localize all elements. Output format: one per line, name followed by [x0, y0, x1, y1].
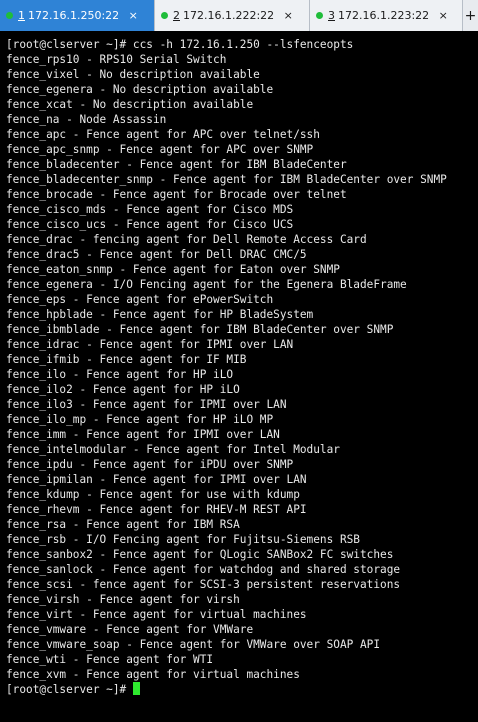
terminal-line: fence_ilo_mp - Fence agent for HP iLO MP — [6, 413, 274, 426]
terminal-line: fence_idrac - Fence agent for IPMI over … — [6, 338, 294, 351]
tab-number: 1 — [18, 9, 25, 22]
close-icon[interactable]: × — [282, 9, 294, 22]
terminal-line: fence_eps - Fence agent for ePowerSwitch — [6, 293, 274, 306]
terminal-line: fence_cisco_mds - Fence agent for Cisco … — [6, 203, 294, 216]
terminal-line: fence_imm - Fence agent for IPMI over LA… — [6, 428, 280, 441]
terminal-line: fence_egenera - I/O Fencing agent for th… — [6, 278, 407, 291]
terminal-lines: [root@clserver ~]# ccs -h 172.16.1.250 -… — [6, 37, 478, 682]
terminal-line: fence_eaton_snmp - Fence agent for Eaton… — [6, 263, 340, 276]
terminal-line: fence_bladecenter_snmp - Fence agent for… — [6, 173, 447, 186]
terminal-line: fence_egenera - No description available — [6, 83, 274, 96]
tab-label: 172.16.1.250:22 — [28, 9, 120, 22]
terminal-line: fence_hpblade - Fence agent for HP Blade… — [6, 308, 314, 321]
terminal-line: fence_ipdu - Fence agent for iPDU over S… — [6, 458, 294, 471]
terminal-line: fence_bladecenter - Fence agent for IBM … — [6, 158, 347, 171]
terminal-output[interactable]: [root@clserver ~]# ccs -h 172.16.1.250 -… — [0, 31, 478, 722]
new-tab-button[interactable]: + — [463, 0, 478, 31]
terminal-prompt: [root@clserver ~]# — [6, 683, 133, 696]
terminal-line: fence_ilo - Fence agent for HP iLO — [6, 368, 234, 381]
status-dot-icon — [316, 12, 323, 19]
terminal-line: fence_sanlock - Fence agent for watchdog… — [6, 563, 401, 576]
terminal-line: fence_wti - Fence agent for WTI — [6, 653, 214, 666]
terminal-line: fence_intelmodular - Fence agent for Int… — [6, 443, 340, 456]
terminal-line: fence_virt - Fence agent for virtual mac… — [6, 608, 307, 621]
plus-icon: + — [464, 7, 477, 24]
status-dot-icon — [161, 12, 168, 19]
terminal-line: fence_apc_snmp - Fence agent for APC ove… — [6, 143, 314, 156]
terminal-line: fence_cisco_ucs - Fence agent for Cisco … — [6, 218, 294, 231]
terminal-line: fence_ipmilan - Fence agent for IPMI ove… — [6, 473, 307, 486]
terminal-line: fence_virsh - Fence agent for virsh — [6, 593, 240, 606]
terminal-line: [root@clserver ~]# ccs -h 172.16.1.250 -… — [6, 38, 354, 51]
ssh-client-window: 1 172.16.1.250:22 × 2 172.16.1.222:22 × … — [0, 0, 478, 722]
terminal-line: fence_ifmib - Fence agent for IF MIB — [6, 353, 247, 366]
tab-number: 3 — [328, 9, 335, 22]
terminal-line: fence_rps10 - RPS10 Serial Switch — [6, 53, 227, 66]
status-dot-icon — [6, 12, 13, 19]
terminal-line: fence_brocade - Fence agent for Brocade … — [6, 188, 347, 201]
terminal-line: fence_sanbox2 - Fence agent for QLogic S… — [6, 548, 394, 561]
tab-label: 172.16.1.222:22 — [183, 9, 275, 22]
tab-label: 172.16.1.223:22 — [338, 9, 430, 22]
terminal-line: fence_scsi - fence agent for SCSI-3 pers… — [6, 578, 401, 591]
terminal-line: fence_xcat - No description available — [6, 98, 254, 111]
session-tab-1[interactable]: 1 172.16.1.250:22 × — [0, 0, 155, 31]
terminal-line: fence_rsa - Fence agent for IBM RSA — [6, 518, 240, 531]
terminal-line: fence_vmware_soap - Fence agent for VMWa… — [6, 638, 381, 651]
terminal-line: fence_ilo2 - Fence agent for HP iLO — [6, 383, 240, 396]
terminal-line: fence_ilo3 - Fence agent for IPMI over L… — [6, 398, 287, 411]
terminal-line: fence_apc - Fence agent for APC over tel… — [6, 128, 320, 141]
terminal-line: fence_vmware - Fence agent for VMWare — [6, 623, 254, 636]
close-icon[interactable]: × — [127, 9, 139, 22]
cursor-icon — [132, 682, 140, 695]
terminal-line: fence_ibmblade - Fence agent for IBM Bla… — [6, 323, 394, 336]
tab-number: 2 — [173, 9, 180, 22]
terminal-line: fence_vixel - No description available — [6, 68, 260, 81]
session-tab-2[interactable]: 2 172.16.1.222:22 × — [155, 0, 310, 31]
terminal-line: fence_rsb - I/O Fencing agent for Fujits… — [6, 533, 360, 546]
close-icon[interactable]: × — [437, 9, 449, 22]
terminal-line: fence_kdump - Fence agent for use with k… — [6, 488, 300, 501]
session-tab-bar: 1 172.16.1.250:22 × 2 172.16.1.222:22 × … — [0, 0, 478, 31]
terminal-line: fence_rhevm - Fence agent for RHEV-M RES… — [6, 503, 307, 516]
terminal-prompt-line[interactable]: [root@clserver ~]# — [6, 682, 478, 697]
terminal-line: fence_na - Node Assassin — [6, 113, 167, 126]
terminal-line: fence_drac5 - Fence agent for Dell DRAC … — [6, 248, 307, 261]
terminal-line: fence_xvm - Fence agent for virtual mach… — [6, 668, 300, 681]
terminal-line: fence_drac - fencing agent for Dell Remo… — [6, 233, 367, 246]
session-tab-3[interactable]: 3 172.16.1.223:22 × — [310, 0, 463, 31]
